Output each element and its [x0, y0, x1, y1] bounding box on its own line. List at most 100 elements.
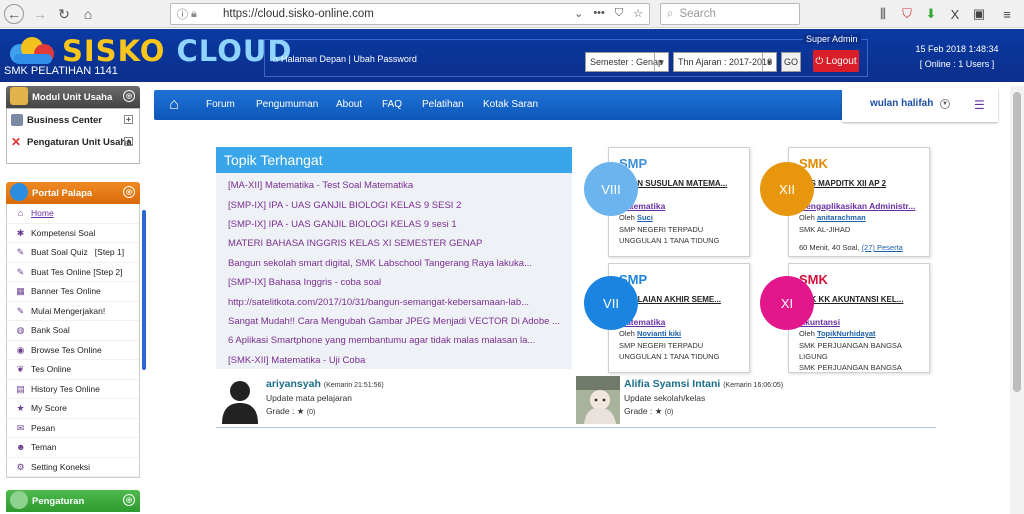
search-input[interactable]: ⌕ Search	[660, 3, 800, 25]
logo-text: SISKO CLOUD	[62, 34, 293, 68]
avatar[interactable]	[576, 376, 620, 424]
menu-label: Banner Tes Online	[31, 286, 101, 297]
expand-icon[interactable]: +	[124, 137, 133, 146]
url-text[interactable]: https://cloud.sisko-online.com	[223, 8, 374, 20]
menu-item-mulai-mengerjakan[interactable]: ✎ Mulai Mengerjakan!	[7, 302, 139, 321]
reload-icon[interactable]: ↻	[54, 4, 74, 24]
back-icon[interactable]: ←	[4, 4, 24, 24]
semester-select[interactable]: Semester : Genap ▼	[585, 52, 669, 72]
author-link[interactable]: TopikNurhidayat	[817, 329, 876, 338]
card-subject[interactable]: Akuntansi	[799, 317, 927, 327]
go-button[interactable]: GO	[781, 52, 801, 72]
menu-item-buat-tes-online[interactable]: ✎ Buat Tes Online [Step 2]	[7, 263, 139, 282]
menu-item-setting-koneksi[interactable]: ⚙ Setting Koneksi	[7, 458, 139, 477]
sidebar-item-business-center[interactable]: Business Center +	[7, 109, 139, 131]
card-author: Oleh Suci	[619, 213, 653, 222]
forward-icon[interactable]: →	[30, 4, 50, 24]
menu-item-banner-tes-online[interactable]: ▦ Banner Tes Online	[7, 282, 139, 302]
topik-title: Topik Terhangat	[216, 147, 572, 173]
collapse-icon[interactable]: ◎	[123, 90, 135, 102]
library-icon[interactable]: ⫼	[874, 5, 892, 23]
topik-link[interactable]: [SMP-IX] IPA - UAS GANJIL BIOLOGI KELAS …	[228, 215, 572, 234]
download-icon[interactable]: ⬇	[922, 5, 940, 23]
home-nav-icon[interactable]: ⌂	[154, 90, 194, 120]
nav-pelatihan[interactable]: Pelatihan	[422, 99, 464, 110]
house-icon: ⌂	[273, 54, 279, 64]
topik-link[interactable]: Bangun sekolah smart digital, SMK Labsch…	[228, 254, 572, 273]
topik-link[interactable]: [MA-XII] Matematika - Test Soal Matemati…	[228, 176, 572, 195]
bank-icon: ◍	[16, 325, 25, 335]
year-select[interactable]: Thn Ajaran : 2017-2018 ▼	[673, 52, 777, 72]
card-title[interactable]: UAS MAPDITK XII AP 2	[799, 179, 927, 188]
card-title[interactable]: PENILAIAN AKHIR SEME...	[619, 295, 747, 304]
menu-item-browse-tes-online[interactable]: ◉ Browse Tes Online	[7, 341, 139, 360]
url-bar[interactable]: ⓘ 🔒︎ https://cloud.sisko-online.com ⌄ ••…	[170, 3, 650, 25]
collapse-icon[interactable]: ◎	[123, 186, 135, 198]
menu-item-kompetensi-soal[interactable]: ✱ Kompetensi Soal	[7, 224, 139, 243]
topik-link[interactable]: Sangat Mudah!! Cara Mengubah Gambar JPEG…	[228, 312, 572, 331]
bookmark-star-icon[interactable]: ☆	[633, 7, 643, 20]
topik-link[interactable]: [SMK-XII] Matematika - Uji Coba	[228, 351, 572, 370]
nav-pengumuman[interactable]: Pengumuman	[256, 99, 318, 110]
info-icon[interactable]: ⓘ	[177, 6, 191, 22]
nav-forum[interactable]: Forum	[206, 99, 235, 110]
sidebar-item-pengaturan-unit[interactable]: ✕ Pengaturan Unit Usaha +	[7, 131, 139, 153]
nav-about[interactable]: About	[336, 99, 362, 110]
menu-item-bank-soal[interactable]: ◍ Bank Soal	[7, 321, 139, 341]
card-subject[interactable]: Matematika	[619, 201, 747, 211]
dropdown-icon[interactable]: ⌄	[574, 7, 583, 20]
nav-kotak-saran[interactable]: Kotak Saran	[483, 99, 538, 110]
sidebar-icon[interactable]: ▣	[970, 5, 988, 23]
activity-user[interactable]: ariyansyah (Kemarin 21:51:56)	[266, 378, 384, 390]
logout-button[interactable]: ⏻ Logout	[813, 50, 859, 72]
shield-icon[interactable]: ⛉	[898, 5, 916, 23]
topik-link[interactable]: 6 Aplikasi Smartphone yang membantumu ag…	[228, 331, 572, 350]
menu-icon[interactable]: ≡	[998, 5, 1016, 23]
topik-link[interactable]: [SMP-IX] Bahasa Inggris - coba soal	[228, 273, 572, 292]
peserta-link[interactable]: (27) Peserta	[862, 243, 903, 252]
calendar-icon: ▤	[16, 383, 25, 394]
topik-link[interactable]: MATERI BAHASA INGGRIS KELAS XI SEMESTER …	[228, 234, 572, 253]
online-count: [ Online : 1 Users ]	[919, 59, 995, 69]
avatar[interactable]	[218, 376, 262, 424]
user-name[interactable]: wulan halifah	[870, 98, 933, 109]
menu-item-tes-online[interactable]: ❦ Tes Online	[7, 360, 139, 380]
header-links[interactable]: ⌂ Halaman Depan | Ubah Password	[273, 54, 417, 64]
search-placeholder: Search	[679, 8, 716, 20]
topik-link[interactable]: [SMP-IX] IPA - UAS GANJIL BIOLOGI KELAS …	[228, 195, 572, 214]
menu-item-teman[interactable]: ☻ Teman	[7, 438, 139, 458]
page-scrollbar[interactable]	[1010, 86, 1024, 514]
list-menu-icon[interactable]: ☰	[974, 98, 985, 112]
home-browser-icon[interactable]: ⌂	[78, 4, 98, 24]
menu-item-pesan[interactable]: ✉ Pesan	[7, 419, 139, 438]
extension-x-icon[interactable]: X	[946, 5, 964, 23]
scroll-thumb[interactable]	[1013, 92, 1021, 392]
chevron-down-icon[interactable]: ▼	[940, 99, 950, 109]
card-subject[interactable]: Mengaplikasikan Administr...	[799, 201, 927, 211]
menu-item-home[interactable]: ⌂ Home	[7, 204, 139, 224]
card-subject[interactable]: Matematika	[619, 317, 747, 327]
activity-user[interactable]: Alifia Syamsi Intani (Kemarin 16:06:05)	[624, 378, 783, 390]
author-link[interactable]: Suci	[637, 213, 653, 222]
card-title[interactable]: UUK KK AKUNTANSI KEL...	[799, 295, 927, 304]
nav-faq[interactable]: FAQ	[382, 99, 402, 110]
menu-item-history-tes-online[interactable]: ▤ History Tes Online	[7, 380, 139, 399]
menu-item-buat-soal-quiz[interactable]: ✎ Buat Soal Quiz [Step 1]	[7, 243, 139, 263]
activity-item: ariyansyah (Kemarin 21:51:56) Update mat…	[218, 376, 548, 424]
user-menu[interactable]: wulan halifah ▼ ☰	[842, 88, 998, 122]
card-school: SMP NEGERI TERPADU UNGGULAN 1 TANA TIDUNG	[619, 225, 720, 245]
author-link[interactable]: Novianti kiki	[637, 329, 681, 338]
inbox-icon: ✉	[16, 422, 25, 433]
menu-label: Browse Tes Online	[31, 344, 102, 355]
collapse-icon[interactable]: ◎	[123, 494, 135, 506]
expand-icon[interactable]: +	[124, 115, 133, 124]
logo[interactable]: SISKO CLOUD	[6, 34, 292, 68]
pocket-icon[interactable]: ⛉	[615, 7, 623, 20]
more-icon[interactable]: •••	[593, 7, 605, 20]
author-link[interactable]: anitarachman	[817, 213, 866, 222]
header-links-text[interactable]: Halaman Depan | Ubah Password	[281, 54, 417, 64]
card-title[interactable]: UJIAN SUSULAN MATEMA...	[619, 179, 747, 188]
menu-item-my-score[interactable]: ★ My Score	[7, 399, 139, 419]
sidebar-scrollbar[interactable]	[142, 210, 146, 370]
topik-link[interactable]: http://satelitkota.com/2017/10/31/bangun…	[228, 292, 572, 311]
